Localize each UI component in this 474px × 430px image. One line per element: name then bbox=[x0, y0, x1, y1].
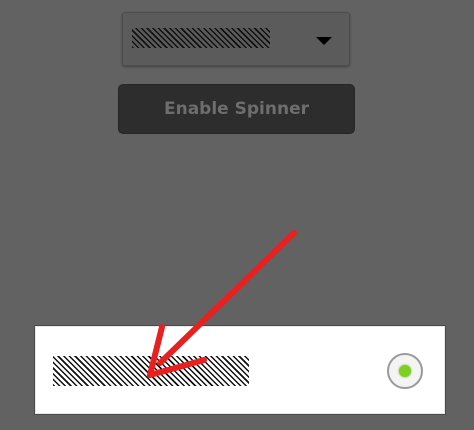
red-arrow-icon bbox=[147, 230, 297, 378]
